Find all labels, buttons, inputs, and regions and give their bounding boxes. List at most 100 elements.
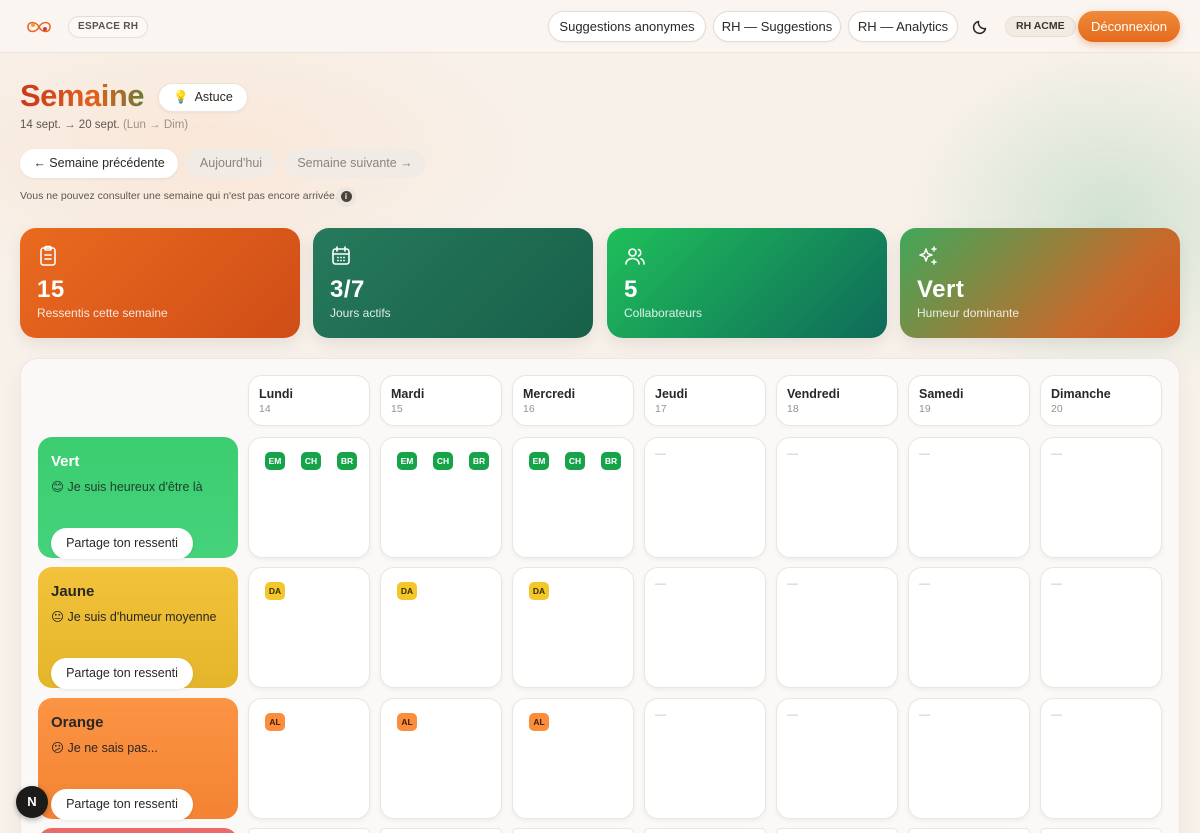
- share-feeling-button[interactable]: Partage ton ressenti: [51, 658, 193, 689]
- mood-day-cell[interactable]: [776, 828, 898, 833]
- mood-description: 😐 Je suis d'humeur moyenne: [51, 609, 225, 624]
- mood-name: Jaune: [51, 583, 95, 600]
- day-name: Dimanche: [1051, 387, 1111, 401]
- day-header: Vendredi 18: [776, 375, 898, 426]
- stat-value: 3/7: [330, 276, 365, 303]
- user-initials-badge[interactable]: BR: [469, 452, 489, 470]
- mood-day-cell[interactable]: [248, 828, 370, 833]
- nav-hr-analytics[interactable]: RH — Analytics: [848, 11, 958, 42]
- mood-day-cell[interactable]: DA: [380, 567, 502, 688]
- user-initials-badge[interactable]: DA: [397, 582, 417, 600]
- user-initials-badge[interactable]: AL: [529, 713, 549, 731]
- top-bar: ESPACE RH Suggestions anonymes RH — Sugg…: [0, 0, 1200, 53]
- day-name: Lundi: [259, 387, 294, 401]
- mood-day-cell[interactable]: —: [644, 567, 766, 688]
- mood-day-cell[interactable]: [908, 828, 1030, 833]
- day-header: Jeudi 17: [644, 375, 766, 426]
- empty-marker: —: [787, 709, 798, 721]
- info-icon[interactable]: i: [336, 187, 356, 207]
- empty-marker: —: [655, 578, 666, 590]
- day-name: Mardi: [391, 387, 425, 401]
- moon-icon[interactable]: [972, 17, 990, 35]
- mood-description-text: Je suis d'humeur moyenne: [67, 610, 217, 624]
- mood-day-cell[interactable]: —: [1040, 437, 1162, 558]
- user-initials-badge[interactable]: BR: [337, 452, 357, 470]
- stat-label: Collaborateurs: [624, 306, 703, 320]
- today-button[interactable]: Aujourd'hui: [186, 149, 276, 178]
- mood-day-cell[interactable]: EM CH BR: [248, 437, 370, 558]
- mood-day-cell[interactable]: DA: [512, 567, 634, 688]
- previous-week-button[interactable]: ← Semaine précédente: [20, 149, 178, 178]
- mood-day-cell[interactable]: AL: [512, 698, 634, 819]
- mood-day-cell[interactable]: —: [908, 567, 1030, 688]
- mood-day-cell[interactable]: [644, 828, 766, 833]
- user-initials-badge[interactable]: DA: [265, 582, 285, 600]
- tip-button[interactable]: 💡 Astuce: [158, 83, 248, 112]
- user-initials-badge[interactable]: CH: [301, 452, 321, 470]
- mood-emoji: 😊: [51, 480, 65, 494]
- stat-value: 5: [624, 276, 638, 303]
- user-initials-badge[interactable]: EM: [529, 452, 549, 470]
- logout-button[interactable]: Déconnexion: [1078, 11, 1180, 42]
- stat-label: Jours actifs: [330, 306, 391, 320]
- mood-day-cell[interactable]: EM CH BR: [512, 437, 634, 558]
- mood-description: 😕 Je ne sais pas...: [51, 740, 225, 755]
- empty-marker: —: [1051, 448, 1062, 460]
- user-initials-badge[interactable]: CH: [565, 452, 585, 470]
- mood-day-cell[interactable]: —: [776, 437, 898, 558]
- mood-day-cell[interactable]: [512, 828, 634, 833]
- mood-day-cell[interactable]: [380, 828, 502, 833]
- mood-card-jaune: Jaune 😐 Je suis d'humeur moyenne Partage t…: [38, 567, 238, 689]
- mood-emoji: 😕: [51, 741, 65, 755]
- mood-description-text: Je suis heureux d'être là: [67, 480, 203, 494]
- day-name: Samedi: [919, 387, 964, 401]
- mood-day-cell[interactable]: DA: [248, 567, 370, 688]
- user-initials-badge[interactable]: BR: [601, 452, 621, 470]
- mood-day-cell[interactable]: —: [908, 698, 1030, 819]
- day-date: 16: [523, 403, 535, 415]
- mood-day-cell[interactable]: —: [776, 567, 898, 688]
- week-range-hint: (Lun → Dim): [122, 119, 189, 131]
- future-week-notice: Vous ne pouvez consulter une semaine qui…: [20, 190, 338, 202]
- share-feeling-button[interactable]: Partage ton ressenti: [51, 528, 193, 559]
- nav-anonymous-suggestions[interactable]: Suggestions anonymes: [548, 11, 706, 42]
- week-range-text: 14 sept. → 20 sept.: [20, 119, 120, 131]
- nav-hr-suggestions[interactable]: RH — Suggestions: [713, 11, 841, 42]
- users-icon: [625, 248, 645, 265]
- mood-name: Vert: [51, 453, 80, 470]
- day-name: Mercredi: [523, 387, 576, 401]
- next-week-button[interactable]: Semaine suivante →: [285, 149, 425, 178]
- mood-day-cell[interactable]: [1040, 828, 1162, 833]
- day-name: Vendredi: [787, 387, 840, 401]
- mood-day-cell[interactable]: —: [644, 698, 766, 819]
- user-initials-badge[interactable]: EM: [397, 452, 417, 470]
- user-initials-badge[interactable]: CH: [433, 452, 453, 470]
- next-dev-badge[interactable]: N: [16, 786, 48, 818]
- user-initials-badge[interactable]: EM: [265, 452, 285, 470]
- mood-day-cell[interactable]: —: [1040, 698, 1162, 819]
- user-initials-badge[interactable]: DA: [529, 582, 549, 600]
- mood-day-cell[interactable]: —: [908, 437, 1030, 558]
- mood-day-cell[interactable]: AL: [380, 698, 502, 819]
- stat-card-feelings: 15 Ressentis cette semaine: [20, 228, 300, 338]
- mood-day-cell[interactable]: EM CH BR: [380, 437, 502, 558]
- mood-day-cell[interactable]: —: [644, 437, 766, 558]
- stat-value: Vert: [917, 276, 965, 303]
- empty-marker: —: [655, 448, 666, 460]
- stat-label: Humeur dominante: [917, 306, 1020, 320]
- stat-label: Ressentis cette semaine: [37, 306, 168, 320]
- mood-day-cell[interactable]: —: [776, 698, 898, 819]
- empty-marker: —: [787, 578, 798, 590]
- mood-day-cell[interactable]: —: [1040, 567, 1162, 688]
- company-badge: RH ACME: [1005, 16, 1076, 37]
- mood-day-cell[interactable]: AL: [248, 698, 370, 819]
- empty-marker: —: [1051, 709, 1062, 721]
- day-header: Samedi 19: [908, 375, 1030, 426]
- empty-marker: —: [655, 709, 666, 721]
- user-initials-badge[interactable]: AL: [397, 713, 417, 731]
- app-logo[interactable]: [24, 15, 54, 39]
- day-name: Jeudi: [655, 387, 688, 401]
- user-initials-badge[interactable]: AL: [265, 713, 285, 731]
- share-feeling-button[interactable]: Partage ton ressenti: [51, 789, 193, 820]
- empty-marker: —: [787, 448, 798, 460]
